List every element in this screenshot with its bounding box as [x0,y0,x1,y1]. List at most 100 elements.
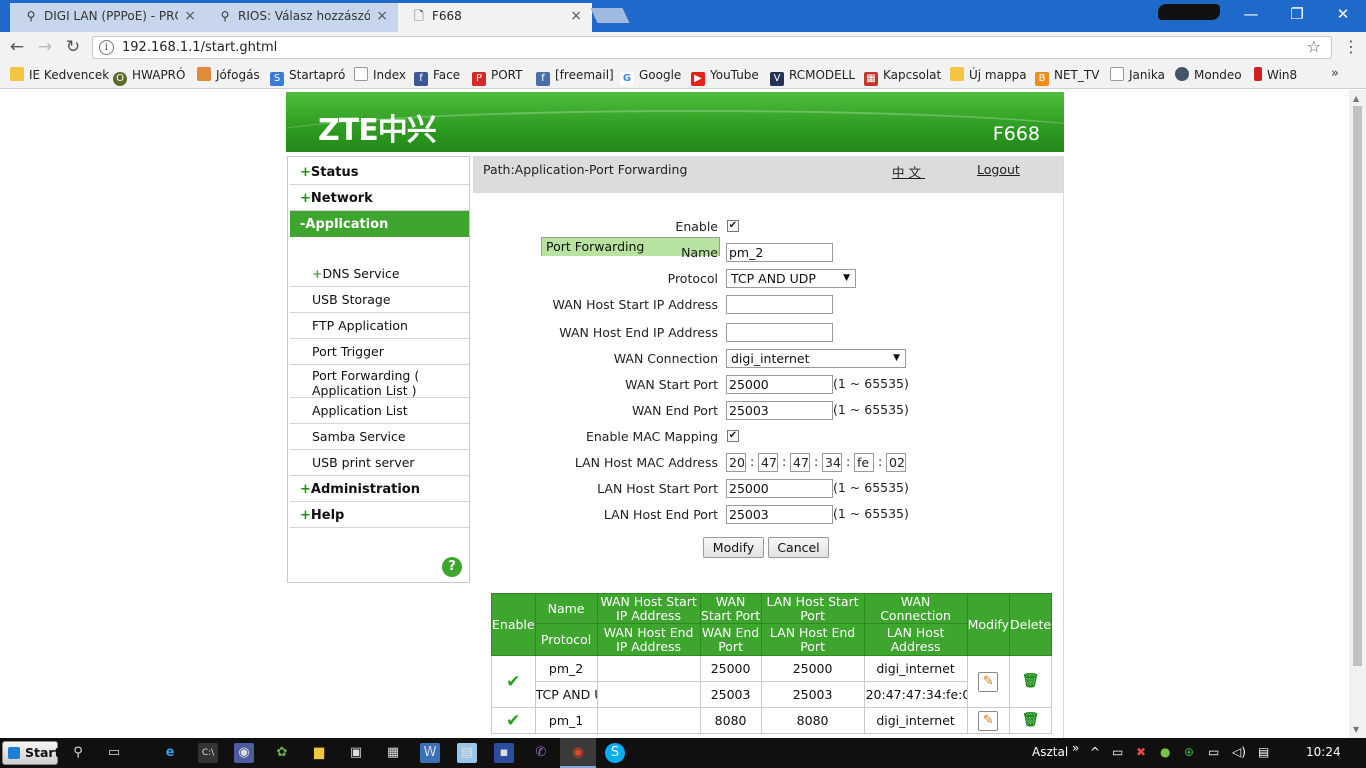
menu-samba-service[interactable]: Samba Service [290,424,469,450]
close-tab-icon[interactable]: × [184,3,196,29]
menu-port-trigger[interactable]: Port Trigger [290,339,469,365]
bookmark-item[interactable]: V RCMODELL [770,67,855,86]
bookmark-item[interactable]: Mondeo [1175,67,1242,85]
close-tab-icon[interactable]: × [570,3,582,29]
menu-application[interactable]: -Application [290,211,469,237]
network-icon[interactable]: ▭ [1208,745,1219,759]
menu-network[interactable]: +Network [290,185,469,211]
menu-status[interactable]: +Status [290,159,469,185]
trash-icon[interactable]: 🗑 [1022,711,1040,730]
menu-usb-storage[interactable]: USB Storage [290,287,469,313]
wan-host-start-ip-input[interactable] [726,295,833,314]
menu-dns-service[interactable]: +DNS Service [290,261,469,287]
volume-icon[interactable]: ◁) [1232,745,1246,759]
skype-icon[interactable]: S [605,743,625,763]
lan-host-end-port-input[interactable]: 25003 [726,505,833,524]
bookmark-item[interactable]: S Startapró [270,67,345,86]
menu-help[interactable]: +Help [290,502,469,528]
info-icon[interactable]: i [99,40,114,55]
browser-tab[interactable]: ⚲ RIOS: Válasz hozzászólás × [204,3,398,32]
settings-icon[interactable]: ✿ [272,743,292,763]
toolbar-chevron-icon[interactable]: » [1072,741,1079,755]
start-button[interactable]: Start [2,741,61,765]
mac-octet-input[interactable]: 02 [886,453,906,472]
bookmark-item[interactable]: Új mappa [950,67,1027,85]
bookmark-item[interactable]: ▶ YouTube [691,67,759,86]
protocol-select[interactable]: TCP AND UDP ▼ [726,269,856,288]
close-tab-icon[interactable]: × [376,3,388,29]
clock[interactable]: 10:24 [1306,745,1341,759]
notepad-icon[interactable]: ▤ [457,743,477,763]
bookmark-item[interactable]: Win8 [1254,67,1297,85]
bookmark-item[interactable]: f Face [414,67,460,86]
menu-application-list[interactable]: Application List [290,398,469,424]
bookmark-item[interactable]: IE Kedvencek [10,67,109,85]
app-icon[interactable]: ◉ [234,743,254,763]
cmd-icon[interactable]: C:\ [198,743,218,763]
search-icon[interactable]: ⚲ [68,743,88,763]
name-input[interactable]: pm_2 [726,243,833,262]
language-link[interactable]: 中文 [892,162,925,181]
trash-icon[interactable]: 🗑 [1022,672,1040,691]
edit-icon[interactable]: ✎ [978,710,999,731]
menu-usb-print-server[interactable]: USB print server [290,450,469,476]
viber-icon[interactable]: ✆ [531,743,551,763]
page-scrollbar[interactable]: ▲ ▼ [1349,90,1366,738]
edge-icon[interactable]: e [160,743,180,763]
wan-start-port-input[interactable]: 25000 [726,375,833,394]
browser-menu-icon[interactable]: ⋮ [1343,37,1359,56]
lan-host-start-port-input[interactable]: 25000 [726,479,833,498]
help-icon[interactable]: ? [442,557,462,577]
forward-icon[interactable]: → [34,37,56,57]
scroll-up-icon[interactable]: ▲ [1353,94,1359,103]
logout-link[interactable]: Logout [977,162,1020,177]
bookmark-item[interactable]: ▦ Kapcsolat [864,67,941,86]
bookmark-item[interactable]: O HWAPRÓ [113,67,185,86]
file-explorer-icon[interactable]: ▆ [309,743,329,763]
close-window-button[interactable]: ✕ [1320,0,1366,28]
menu-port-forwarding-app-list[interactable]: Port Forwarding (Application List ) [290,365,469,398]
edit-icon[interactable]: ✎ [978,671,999,692]
bookmark-item[interactable]: f [freemail] [536,67,614,86]
bookmark-item[interactable]: Index [354,67,406,85]
bookmarks-overflow-icon[interactable]: » [1331,66,1339,81]
bookmark-item[interactable]: B NET_TV [1035,67,1099,86]
bookmark-item[interactable]: Jófogás [197,67,260,85]
profile-avatar[interactable] [1158,4,1220,20]
scroll-down-icon[interactable]: ▼ [1353,725,1359,734]
calculator-icon[interactable]: ▦ [383,743,403,763]
new-tab-button[interactable] [590,8,630,23]
wordpad-icon[interactable]: W [420,743,440,763]
restore-button[interactable]: ❐ [1274,0,1320,28]
browser-tab[interactable]: ⚲ DIGI LAN (PPPoE) - PROH × [10,3,206,32]
url-field[interactable]: i 192.168.1.1/start.ghtml ☆ [92,36,1332,59]
tray-app-icon[interactable]: ✖ [1136,745,1146,759]
chrome-icon[interactable]: ◉ [568,743,588,763]
mac-octet-input[interactable]: 47 [790,453,810,472]
reload-icon[interactable]: ↻ [62,37,84,57]
tray-expand-icon[interactable]: ^ [1090,745,1100,759]
bookmark-item[interactable]: G Google [620,67,681,86]
cancel-button[interactable]: Cancel [768,537,829,558]
bookmark-item[interactable]: Janika [1110,67,1165,85]
menu-ftp-application[interactable]: FTP Application [290,313,469,339]
wan-end-port-input[interactable]: 25003 [726,401,833,420]
mac-octet-input[interactable]: 34 [822,453,842,472]
scrollbar-thumb[interactable] [1353,106,1362,666]
tray-app-icon[interactable]: ▭ [1112,745,1123,759]
enable-mac-mapping-checkbox[interactable]: ✔ [727,430,739,442]
task-view-icon[interactable]: ▭ [104,743,124,763]
bookmark-item[interactable]: P PORT [472,67,522,86]
mac-octet-input[interactable]: fe [854,453,874,472]
mac-octet-input[interactable]: 47 [758,453,778,472]
notifications-icon[interactable]: ▤ [1258,745,1269,759]
modify-button[interactable]: Modify [703,537,764,558]
save-icon[interactable]: ▪ [494,743,514,763]
wan-connection-select[interactable]: digi_internet ▼ [726,349,906,368]
bookmark-star-icon[interactable]: ☆ [1307,37,1321,56]
enable-checkbox[interactable]: ✔ [727,220,739,232]
desktop-toolbar-label[interactable]: Asztal [1032,745,1068,759]
tray-app-icon[interactable]: ⊕ [1184,745,1194,759]
store-icon[interactable]: ▣ [346,743,366,763]
tray-app-icon[interactable]: ● [1160,745,1170,759]
